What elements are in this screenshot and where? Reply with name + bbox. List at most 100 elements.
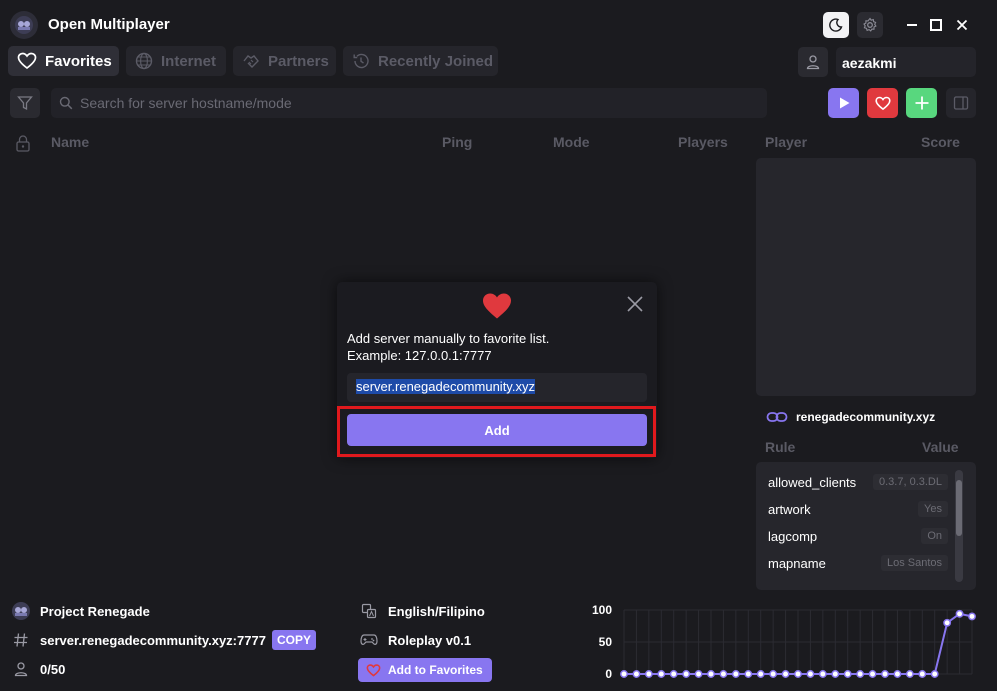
settings-button[interactable] [857, 12, 883, 38]
chart-data-point [868, 670, 877, 678]
chart-data-point [719, 670, 728, 678]
server-address: server.renegadecommunity.xyz:7777 [40, 632, 266, 648]
handshake-icon [243, 55, 259, 68]
chart-data-point [781, 670, 790, 678]
rule-row: allowed_clients 0.3.7, 0.3.DL [768, 471, 948, 493]
chart-data-point [731, 670, 740, 678]
column-name[interactable]: Name [51, 134, 89, 150]
heart-filled-icon [481, 292, 513, 320]
maximize-button[interactable] [925, 14, 947, 36]
maximize-icon [930, 19, 942, 31]
add-button[interactable]: Add [347, 414, 647, 446]
search-input[interactable]: Search for server hostname/mode [51, 88, 767, 118]
play-icon [839, 97, 849, 109]
chart-y-tick-label: 50 [599, 635, 613, 649]
add-favorite-dialog: Add server manually to favorite list. Ex… [337, 282, 657, 458]
close-dialog-button[interactable] [626, 295, 644, 313]
column-score: Score [921, 134, 960, 150]
rule-row: artwork Yes [768, 498, 948, 520]
search-icon [59, 96, 73, 110]
minimize-button[interactable] [901, 14, 923, 36]
rule-value: Yes [918, 501, 948, 517]
rules-scrollbar[interactable] [955, 470, 963, 582]
rule-value: 0.3.7, 0.3.DL [873, 474, 948, 490]
rule-row: lagcomp On [768, 525, 948, 547]
hash-icon [10, 629, 32, 651]
filter-button[interactable] [10, 88, 40, 118]
globe-icon [135, 52, 153, 70]
dialog-line-2: Example: 127.0.0.1:7777 [347, 348, 492, 363]
server-link-text: renegadecommunity.xyz [796, 410, 936, 424]
close-window-button[interactable] [951, 14, 973, 36]
server-address-value: server.renegadecommunity.xyz [356, 379, 535, 394]
chart-data-point [644, 670, 653, 678]
rule-value: Los Santos [880, 555, 948, 571]
rule-name: lagcomp [768, 528, 818, 544]
theme-toggle-button[interactable] [823, 12, 849, 38]
user-button[interactable] [798, 47, 828, 77]
chart-data-point [943, 618, 952, 627]
rule-name: mapname [768, 555, 826, 571]
lock-column-icon [15, 134, 31, 152]
server-name-row: Project Renegade [10, 600, 150, 622]
link-icon [766, 412, 788, 422]
dialog-line-1: Add server manually to favorite list. [347, 331, 550, 346]
history-icon [353, 53, 369, 69]
add-to-favorites-button[interactable]: Add to Favorites [358, 658, 492, 682]
username-field[interactable]: aezakmi [836, 47, 976, 77]
column-value: Value [922, 439, 959, 455]
server-logo-icon [10, 600, 32, 622]
server-mode: Roleplay v0.1 [388, 632, 472, 648]
chart-data-point [769, 670, 778, 678]
tab-favorites[interactable]: Favorites [8, 46, 119, 76]
chart-data-point [968, 612, 976, 621]
server-address-row: server.renegadecommunity.xyz:7777 COPY [10, 629, 316, 651]
tab-partners[interactable]: Partners [233, 46, 336, 76]
server-language: English/Filipino [388, 603, 485, 619]
tab-internet[interactable]: Internet [126, 46, 226, 76]
column-mode[interactable]: Mode [553, 134, 590, 150]
column-ping[interactable]: Ping [442, 134, 472, 150]
chart-data-point [905, 670, 914, 678]
server-website-link[interactable]: renegadecommunity.xyz [766, 410, 935, 424]
rules-list: allowed_clients 0.3.7, 0.3.DL artwork Ye… [756, 462, 976, 590]
moon-icon [829, 18, 843, 32]
sidebar-icon [953, 96, 969, 110]
column-player: Player [765, 134, 808, 150]
close-icon [956, 19, 968, 31]
scrollbar-thumb[interactable] [956, 480, 962, 536]
chart-data-point [794, 670, 802, 678]
chart-data-point [843, 670, 852, 678]
gear-icon [863, 17, 877, 32]
heart-outline-icon [874, 96, 891, 110]
toggle-sidebar-button[interactable] [946, 88, 976, 118]
tab-label: Internet [161, 52, 217, 70]
dialog-description: Add server manually to favorite list. Ex… [347, 330, 549, 364]
rule-name: allowed_clients [768, 474, 857, 490]
user-icon [10, 658, 32, 680]
favorite-button[interactable] [867, 88, 898, 118]
copy-address-button[interactable]: COPY [271, 630, 316, 650]
add-server-button[interactable] [906, 88, 937, 118]
chart-data-point [682, 670, 691, 678]
tab-label: Recently Joined [378, 52, 494, 70]
chart-data-point [893, 670, 902, 678]
chart-data-point [856, 670, 865, 678]
app-title: Open Multiplayer [48, 16, 170, 33]
chart-data-point [707, 670, 715, 678]
tab-recently-joined[interactable]: Recently Joined [343, 46, 498, 76]
server-address-input[interactable]: server.renegadecommunity.xyz [347, 373, 647, 402]
lock-icon [16, 135, 30, 152]
server-players-row: 0/50 [10, 658, 65, 680]
chart-data-point [669, 670, 678, 678]
column-rule: Rule [765, 439, 796, 455]
chart-data-point [881, 670, 889, 678]
chart-y-tick-label: 0 [605, 667, 612, 681]
play-button[interactable] [828, 88, 859, 118]
filter-icon [17, 96, 33, 111]
plus-icon [915, 96, 928, 110]
column-players[interactable]: Players [678, 134, 728, 150]
server-player-count: 0/50 [40, 661, 66, 677]
heart-outline-icon [366, 663, 381, 677]
chart-data-point [831, 670, 840, 678]
